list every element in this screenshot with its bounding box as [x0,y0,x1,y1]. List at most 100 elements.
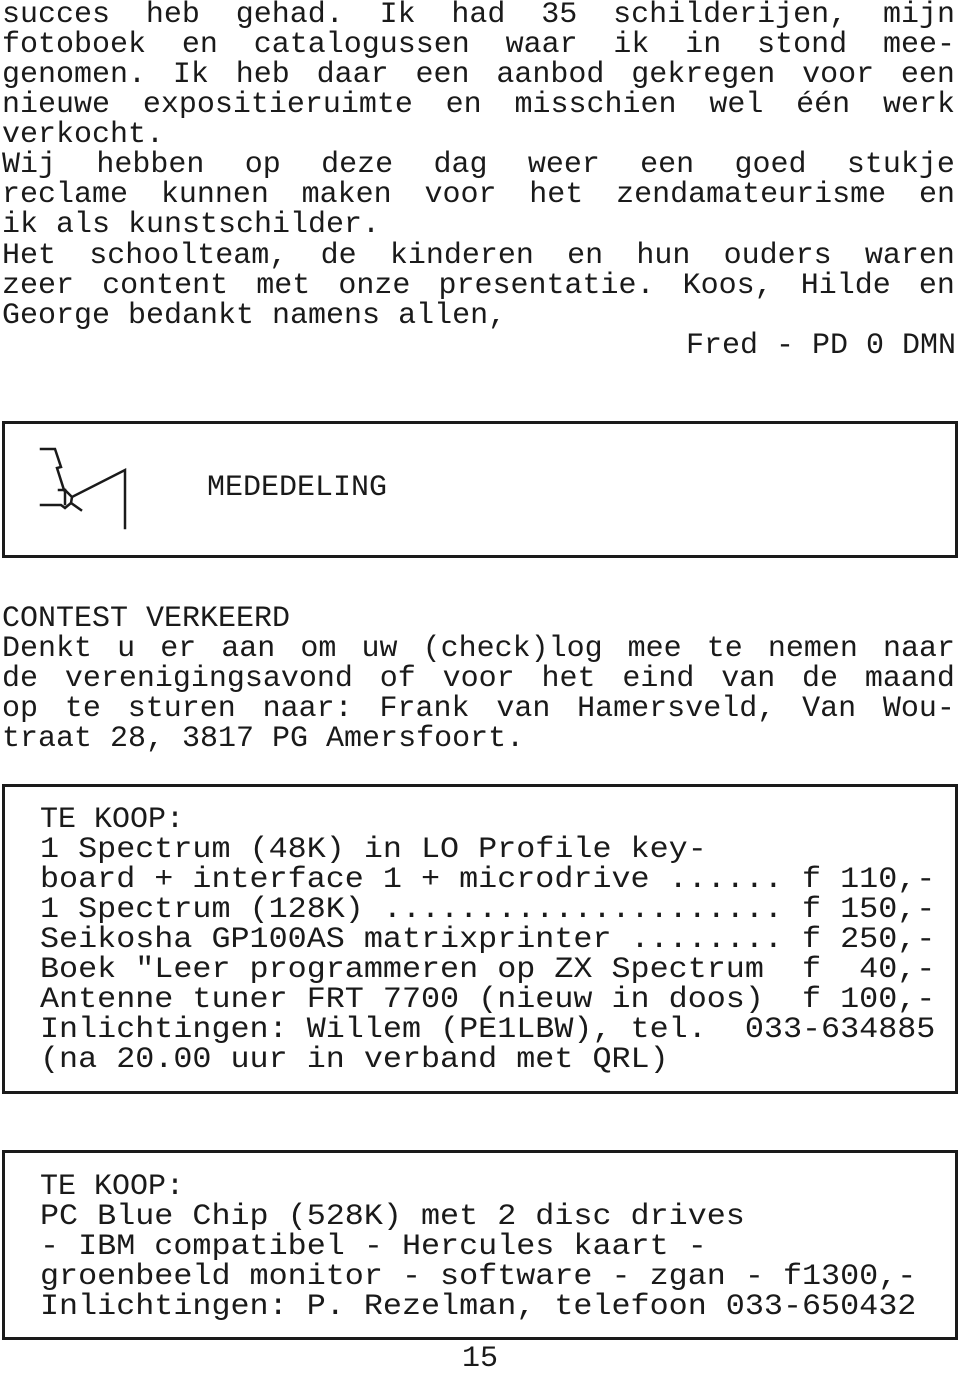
word: weer [527,148,600,182]
word: ouders [723,239,832,273]
word: gekregen [631,58,776,92]
word: één [796,88,851,122]
word: Koos, [682,269,773,303]
word: waren [864,239,955,273]
ad-line: - IBM compatibel - Hercules kaart - [40,1230,707,1264]
word: hebben [96,148,205,182]
word: schoolteam, [89,239,288,273]
word: in [685,28,722,62]
ad-heading: TE KOOP: [40,803,185,837]
word: reclame [2,178,129,212]
article-line: reclame kunnen maken voor het zendamateurisme… [2,180,955,210]
word: van [721,662,776,696]
article-line: Wij hebben op deze dag weer een goed stukje [2,150,955,180]
word: het [529,178,584,212]
word: daar [316,58,389,92]
word: kunnen [160,178,269,212]
word: nieuwe [2,88,111,122]
article-line: verkocht. [2,118,165,152]
word: naar [882,632,955,666]
for-sale-ad-1: TE KOOP: 1 Spectrum (48K) in LO Profile … [2,784,958,1094]
word: uw [361,632,398,666]
word: voor [442,662,515,696]
word: genomen. [2,58,147,92]
article-line: George bedankt namens allen, [2,299,507,333]
word: en [567,239,604,273]
word: en [181,28,218,62]
word: u [117,632,136,666]
word: content [102,269,229,303]
page-number: 15 [461,1342,498,1376]
word: hun [636,239,691,273]
word: en [445,88,482,122]
word: zeer [2,269,75,303]
word: aan [221,632,276,666]
contest-line: traat 28, 3817 PG Amersfoort. [2,722,525,756]
word: mee- [882,28,955,62]
word: succes [2,0,111,32]
word: en [918,269,955,303]
word: (check)log [422,632,603,666]
word: had [451,0,506,32]
word: Hilde [800,269,891,303]
word: Van [802,692,857,726]
contest-line: de verenigingsavond of voor het eind van de maan… [2,664,955,694]
word: een [415,58,470,92]
word: deze [321,148,394,182]
word: stukje [846,148,955,182]
word: Wij [2,148,57,182]
word: heb [145,0,200,32]
word: Ik [172,58,209,92]
word: Frank [379,692,470,726]
word: stond [757,28,848,62]
word: ik [613,28,650,62]
word: catalogussen [253,28,470,62]
word: te [706,632,743,666]
word: van [496,692,551,726]
contest-heading: CONTEST VERKEERD [2,602,291,636]
word: of [379,662,416,696]
word: Het [2,239,57,273]
word: voor [802,58,875,92]
announcement-title: MEDEDELING [207,471,388,505]
word: Ik [379,0,416,32]
article-line: nieuwe expositieruimte en misschien wel één we… [2,90,955,120]
article-line: Het schoolteam, de kinderen en hun ouders waren [2,241,955,271]
word: maken [301,178,392,212]
word: naar: [262,692,353,726]
signature: Fred - PD 0 DMN [685,329,956,363]
word: Hamersveld, [577,692,776,726]
announcement-box: MEDEDELING [2,421,958,558]
word: Denkt [2,632,93,666]
word: zendamateurisme [616,178,887,212]
article-line: succes heb gehad. Ik had 35 schilderijen, mijn [2,0,955,30]
word: expositieruimte [142,88,413,122]
word: mee [627,632,682,666]
ad-line: Boek "Leer programmeren op ZX Spectrum f… [40,953,936,987]
word: verenigingsavond [64,662,353,696]
article-line: fotoboek en catalogussen waar ik in stond mee- [2,30,955,60]
word: goed [734,148,807,182]
word: misschien [514,88,677,122]
word: maand [864,662,955,696]
word: met [256,269,311,303]
word: om [300,632,337,666]
ad-line: board + interface 1 + microdrive ...... … [40,863,936,897]
word: voor [424,178,497,212]
word: schilderijen, [613,0,848,32]
ad-line: Seikosha GP100AS matrixprinter ........ … [40,923,936,957]
word: werk [882,88,955,122]
word: presentatie. [438,269,655,303]
word: dag [433,148,488,182]
article-line: ik als kunstschilder. [2,208,381,242]
word: eind [622,662,695,696]
word: de [2,662,39,696]
word: kinderen [389,239,534,273]
ad-line: Antenne tuner FRT 7700 (nieuw in doos) f… [40,983,936,1017]
word: gehad. [235,0,344,32]
word: nemen [767,632,858,666]
ad-line: groenbeeld monitor - software - zgan - f… [40,1260,917,1294]
ad-note: (na 20.00 uur in verband met QRL) [40,1043,669,1077]
hand-pointing-icon [39,447,127,530]
ad-line: PC Blue Chip (528K) met 2 disc drives [40,1200,745,1234]
